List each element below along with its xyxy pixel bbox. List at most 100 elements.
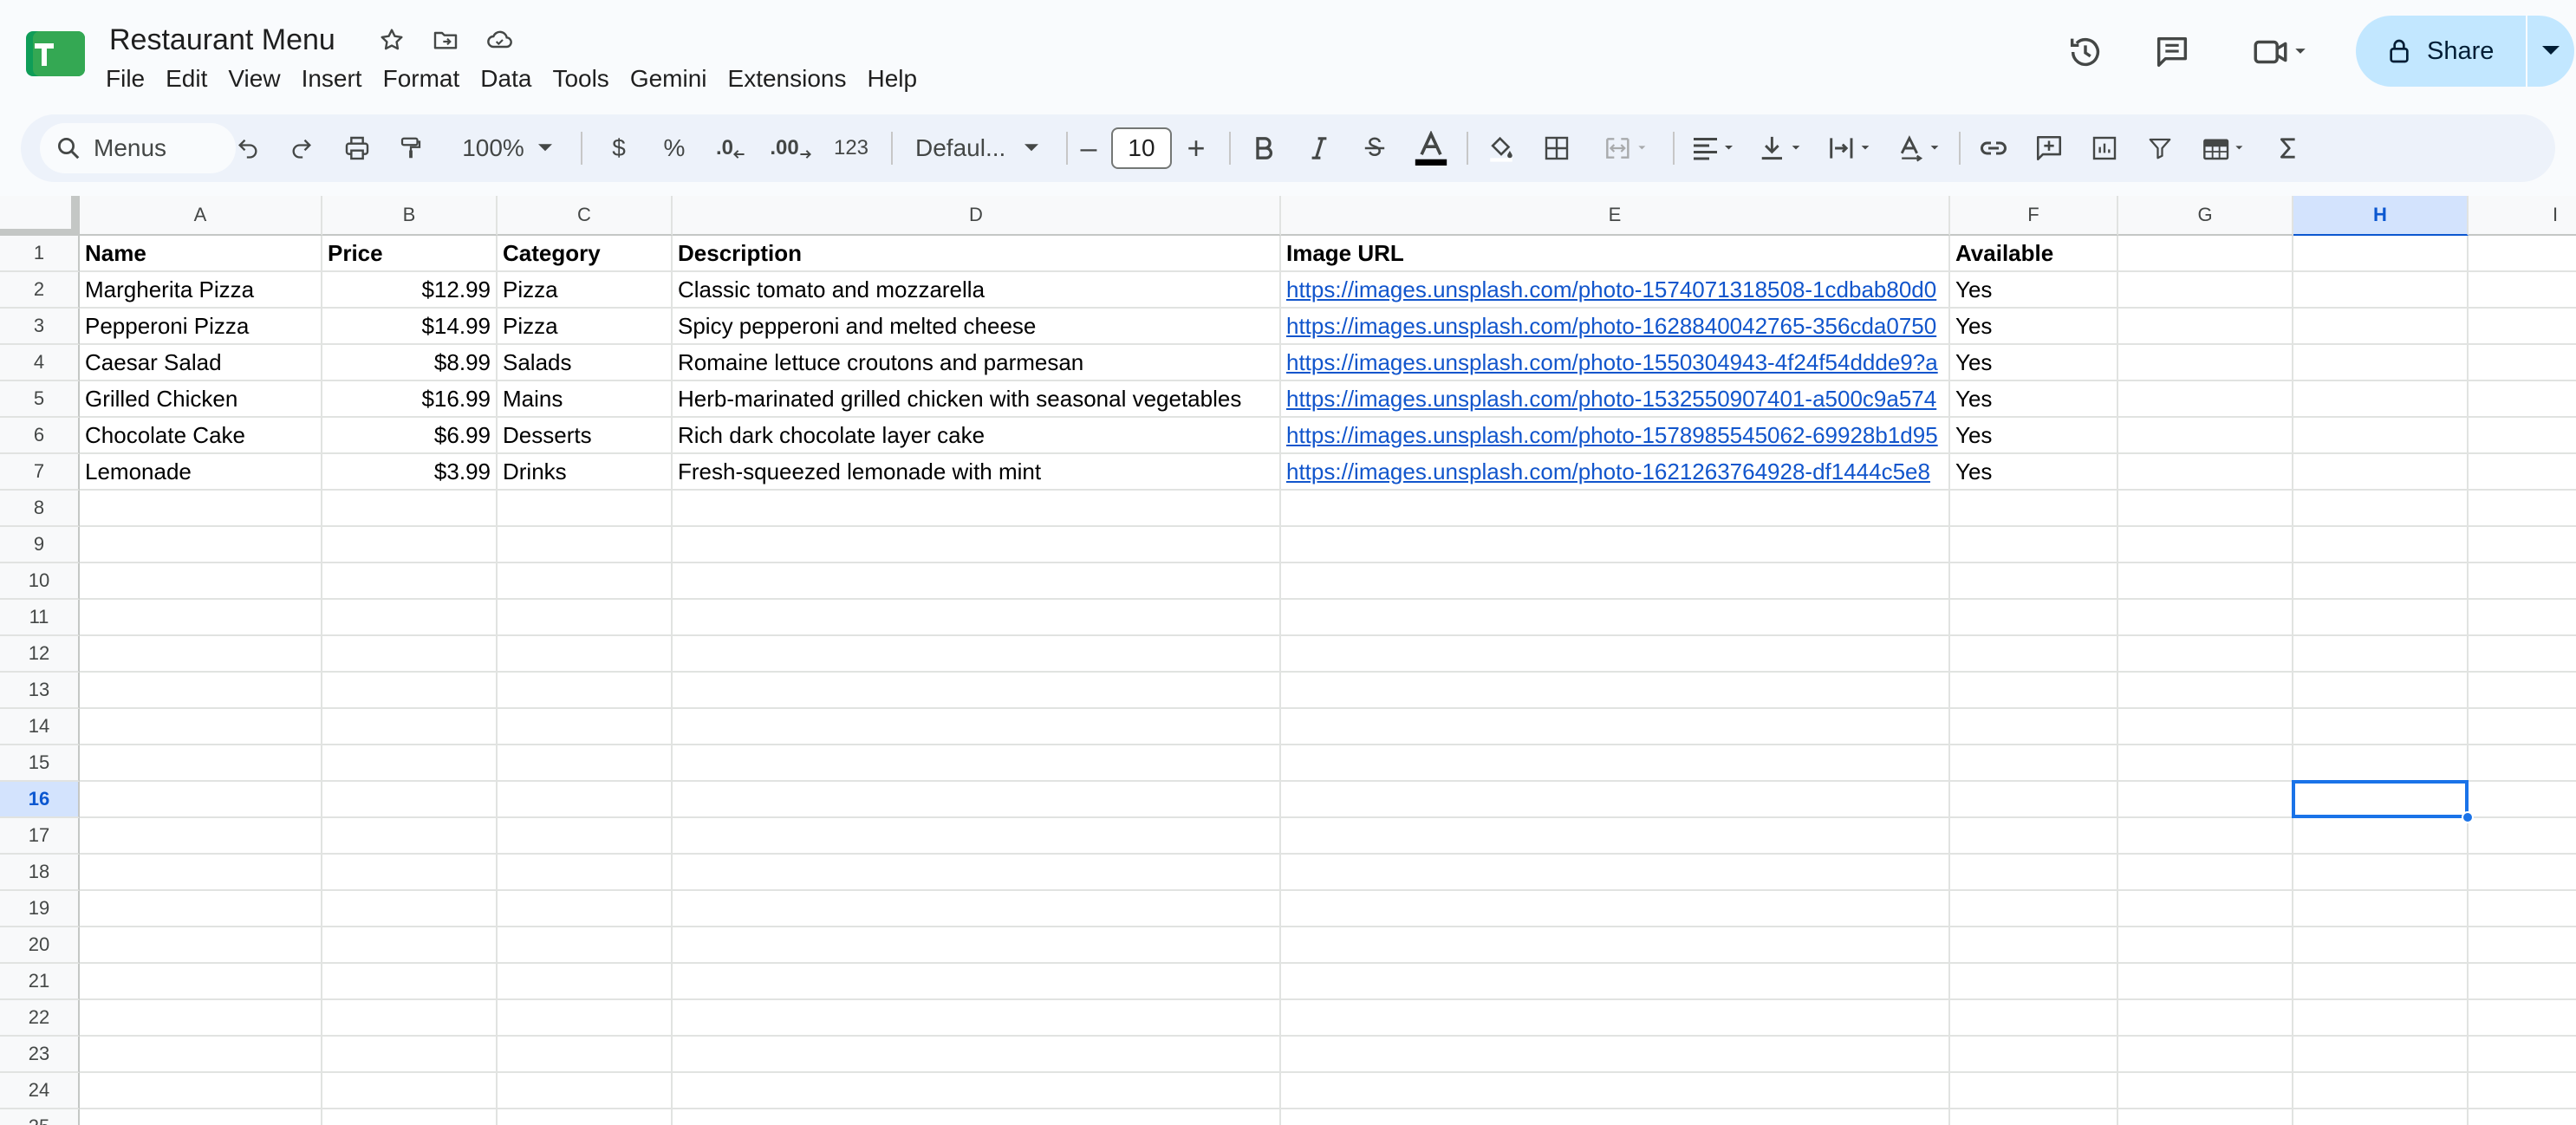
- cell[interactable]: [673, 1000, 1281, 1037]
- cell[interactable]: [2469, 855, 2576, 891]
- chart-icon[interactable]: [2080, 114, 2129, 182]
- strikethrough-icon[interactable]: [1352, 114, 1397, 182]
- cell[interactable]: [1950, 709, 2118, 745]
- menu-help[interactable]: Help: [856, 61, 927, 97]
- cell[interactable]: [2293, 964, 2469, 1000]
- cell[interactable]: [322, 927, 498, 964]
- cell[interactable]: Rich dark chocolate layer cake: [673, 418, 1281, 454]
- row-header-4[interactable]: 4: [0, 345, 80, 381]
- row-header-24[interactable]: 24: [0, 1073, 80, 1109]
- cell[interactable]: [2293, 345, 2469, 381]
- cell[interactable]: [322, 600, 498, 636]
- undo-icon[interactable]: [225, 114, 270, 182]
- row-header-16[interactable]: 16: [0, 782, 80, 818]
- italic-icon[interactable]: [1297, 114, 1342, 182]
- cell[interactable]: [498, 891, 673, 927]
- decrease-decimal-button[interactable]: .0: [706, 114, 756, 182]
- cell[interactable]: [2293, 309, 2469, 345]
- cell[interactable]: [80, 636, 322, 673]
- row-header-18[interactable]: 18: [0, 855, 80, 891]
- increase-font-size-button[interactable]: +: [1174, 114, 1219, 182]
- text-wrap-icon[interactable]: [1820, 114, 1883, 182]
- cell[interactable]: [80, 1109, 322, 1125]
- cell[interactable]: [80, 491, 322, 527]
- cell[interactable]: Pizza: [498, 272, 673, 309]
- cell[interactable]: [1281, 927, 1950, 964]
- cell[interactable]: Lemonade: [80, 454, 322, 491]
- cell[interactable]: [80, 927, 322, 964]
- functions-icon[interactable]: [2264, 114, 2313, 182]
- cell[interactable]: [2293, 491, 2469, 527]
- cell[interactable]: $6.99: [322, 418, 498, 454]
- cell[interactable]: [2118, 1073, 2293, 1109]
- menu-file[interactable]: File: [95, 61, 155, 97]
- cell[interactable]: [673, 1037, 1281, 1073]
- cell[interactable]: [1950, 1109, 2118, 1125]
- cell[interactable]: Margherita Pizza: [80, 272, 322, 309]
- cell[interactable]: Mains: [498, 381, 673, 418]
- cell[interactable]: Yes: [1950, 454, 2118, 491]
- row-header-17[interactable]: 17: [0, 818, 80, 855]
- cell[interactable]: [2469, 1037, 2576, 1073]
- cell[interactable]: [2118, 309, 2293, 345]
- cell[interactable]: [498, 927, 673, 964]
- row-header-1[interactable]: 1: [0, 236, 80, 272]
- cell[interactable]: [673, 818, 1281, 855]
- cell[interactable]: [2469, 673, 2576, 709]
- cell[interactable]: [673, 964, 1281, 1000]
- cell[interactable]: [2293, 272, 2469, 309]
- cell[interactable]: [2118, 1000, 2293, 1037]
- increase-decimal-button[interactable]: .00: [763, 114, 818, 182]
- cell[interactable]: [1950, 1073, 2118, 1109]
- cell[interactable]: [322, 782, 498, 818]
- cell[interactable]: [1950, 1037, 2118, 1073]
- cell[interactable]: [1281, 818, 1950, 855]
- cell[interactable]: [80, 709, 322, 745]
- cell[interactable]: [2118, 527, 2293, 563]
- cell[interactable]: $3.99: [322, 454, 498, 491]
- fill-color-icon[interactable]: [1477, 114, 1525, 182]
- cell[interactable]: [2293, 1000, 2469, 1037]
- cell[interactable]: [1281, 782, 1950, 818]
- cell[interactable]: $14.99: [322, 309, 498, 345]
- star-icon[interactable]: [374, 23, 409, 57]
- cell[interactable]: Spicy pepperoni and melted cheese: [673, 309, 1281, 345]
- cell[interactable]: [2118, 272, 2293, 309]
- menu-tools[interactable]: Tools: [542, 61, 619, 97]
- cell[interactable]: [2118, 563, 2293, 600]
- column-header-e[interactable]: E: [1281, 196, 1950, 236]
- cell[interactable]: [1281, 891, 1950, 927]
- cell[interactable]: [1950, 1000, 2118, 1037]
- cell[interactable]: [498, 1073, 673, 1109]
- cell[interactable]: [2118, 636, 2293, 673]
- zoom-select[interactable]: 100%: [451, 114, 563, 182]
- cell[interactable]: [80, 527, 322, 563]
- row-header-25[interactable]: 25: [0, 1109, 80, 1125]
- column-header-d[interactable]: D: [673, 196, 1281, 236]
- cell[interactable]: Fresh-squeezed lemonade with mint: [673, 454, 1281, 491]
- merge-cells-icon[interactable]: [1590, 114, 1664, 182]
- cell[interactable]: [322, 855, 498, 891]
- cell[interactable]: [80, 600, 322, 636]
- cell[interactable]: [2118, 855, 2293, 891]
- cell[interactable]: [2118, 454, 2293, 491]
- column-header-f[interactable]: F: [1950, 196, 2118, 236]
- cell[interactable]: [2469, 381, 2576, 418]
- column-header-a[interactable]: A: [80, 196, 322, 236]
- cell[interactable]: [498, 1000, 673, 1037]
- cell[interactable]: [1950, 527, 2118, 563]
- text-rotation-icon[interactable]: [1890, 114, 1952, 182]
- cell[interactable]: [1950, 964, 2118, 1000]
- currency-format-button[interactable]: $: [596, 114, 641, 182]
- cell[interactable]: [2469, 600, 2576, 636]
- cell[interactable]: [2118, 381, 2293, 418]
- cell[interactable]: [673, 709, 1281, 745]
- cell[interactable]: [322, 709, 498, 745]
- font-size-input[interactable]: 10: [1111, 127, 1172, 169]
- cell[interactable]: [498, 745, 673, 782]
- cell[interactable]: [322, 1037, 498, 1073]
- row-header-11[interactable]: 11: [0, 600, 80, 636]
- cell[interactable]: [80, 1073, 322, 1109]
- move-folder-icon[interactable]: [428, 23, 463, 57]
- cell[interactable]: [2469, 1073, 2576, 1109]
